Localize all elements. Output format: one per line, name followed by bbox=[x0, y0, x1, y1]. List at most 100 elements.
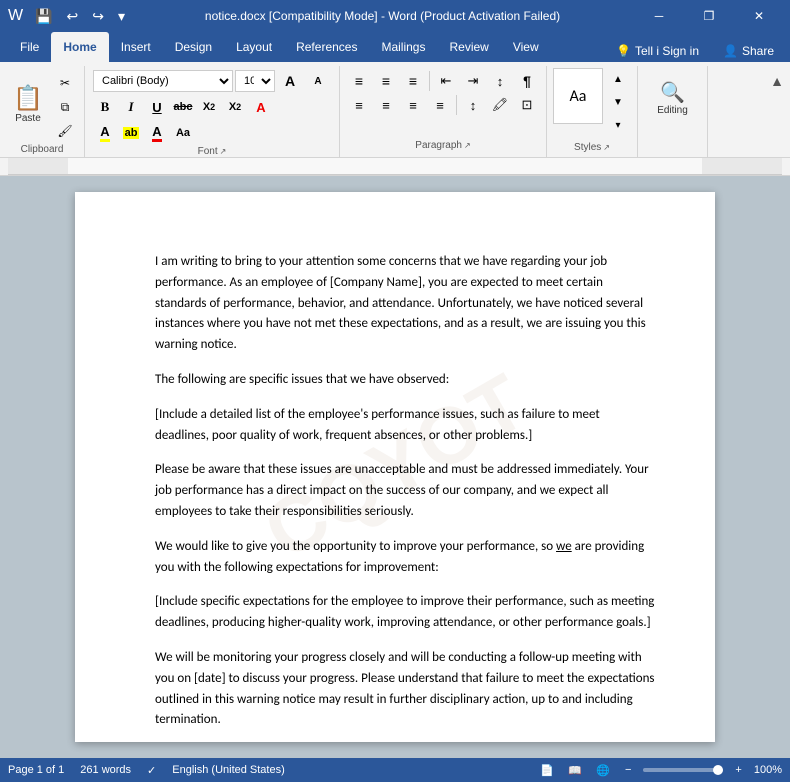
underline-button[interactable]: U bbox=[145, 96, 169, 118]
web-layout-view-button[interactable]: 🌐 bbox=[593, 760, 613, 780]
font-name-select[interactable]: Calibri (Body) bbox=[93, 70, 233, 92]
tell-me-button[interactable]: 💡 Tell i Sign in bbox=[608, 40, 707, 62]
align-right-button[interactable]: ≡ bbox=[400, 94, 426, 116]
paragraph-2: The following are specific issues that w… bbox=[155, 370, 655, 391]
paragraph-1: I am writing to bring to your attention … bbox=[155, 252, 655, 356]
print-layout-view-button[interactable]: 📄 bbox=[537, 760, 557, 780]
styles-scroll-down[interactable]: ▼ bbox=[605, 91, 631, 113]
tab-home[interactable]: Home bbox=[51, 32, 108, 62]
ribbon-collapse-button[interactable]: ▲ bbox=[764, 70, 790, 92]
font-group: Calibri (Body) 10 A A B I U abc X2 X2 A bbox=[85, 66, 340, 157]
page-info: Page 1 of 1 bbox=[8, 764, 64, 776]
language-label: English (United States) bbox=[172, 764, 285, 776]
tab-mailings[interactable]: Mailings bbox=[369, 32, 437, 62]
paragraph-group: ≡ ≡ ≡ ⇤ ⇥ ↕ ¶ ≡ ≡ ≡ ≡ ↕ 🖍 ⊡ Parag bbox=[340, 66, 547, 157]
title-bar: W 💾 ↩ ↪ ▾ notice.docx [Compatibility Mod… bbox=[0, 0, 790, 32]
tell-me-label: Tell i Sign in bbox=[635, 44, 699, 58]
editing-label: Editing bbox=[657, 105, 688, 116]
clipboard-group: 📋 Paste ✂ ⧉ 🖌 Clipboard bbox=[0, 66, 85, 157]
clipboard-label: Clipboard bbox=[21, 142, 64, 157]
title-bar-left: W 💾 ↩ ↪ ▾ bbox=[8, 6, 129, 27]
justify-button[interactable]: ≡ bbox=[427, 94, 453, 116]
styles-group: Aa ▲ ▼ ▾ Styles ↗ bbox=[547, 66, 638, 157]
zoom-plus-button[interactable]: + bbox=[731, 764, 745, 776]
clipboard-buttons: 📋 Paste ✂ ⧉ 🖌 bbox=[6, 68, 78, 142]
increase-indent-button[interactable]: ⇥ bbox=[460, 70, 486, 92]
paragraph-4: Please be aware that these issues are un… bbox=[155, 460, 655, 522]
superscript-button[interactable]: X2 bbox=[223, 96, 247, 118]
clear-format-button[interactable]: A bbox=[249, 96, 273, 118]
proofread-icon: ✓ bbox=[147, 764, 156, 777]
undo-icon[interactable]: ↩ bbox=[63, 6, 83, 27]
ribbon-toolbar: 📋 Paste ✂ ⧉ 🖌 Clipboard Calibri (Body) 1… bbox=[0, 62, 790, 158]
divider bbox=[456, 95, 457, 115]
zoom-minus-button[interactable]: − bbox=[621, 764, 635, 776]
sort-button[interactable]: ↕ bbox=[487, 70, 513, 92]
share-icon: 👤 bbox=[723, 44, 738, 58]
word-logo-icon: W bbox=[8, 7, 23, 25]
align-left-button[interactable]: ≡ bbox=[346, 94, 372, 116]
paragraph-3: [Include a detailed list of the employee… bbox=[155, 405, 655, 447]
strikethrough-button[interactable]: abc bbox=[171, 96, 195, 118]
document-page: CQYOT I am writing to bring to your atte… bbox=[75, 192, 715, 742]
styles-more[interactable]: ▾ bbox=[605, 114, 631, 136]
word-count: 261 words bbox=[80, 764, 131, 776]
font-shrink-button[interactable]: A bbox=[305, 70, 331, 92]
paragraph-7: We will be monitoring your progress clos… bbox=[155, 648, 655, 731]
save-icon[interactable]: 💾 bbox=[31, 6, 56, 27]
font-color-button[interactable]: A bbox=[93, 122, 117, 144]
document-content[interactable]: I am writing to bring to your attention … bbox=[155, 252, 655, 731]
paragraph-6: [Include specific expectations for the e… bbox=[155, 592, 655, 634]
copy-button[interactable]: ⧉ bbox=[52, 96, 78, 118]
tab-insert[interactable]: Insert bbox=[109, 32, 163, 62]
qa-dropdown-icon[interactable]: ▾ bbox=[114, 6, 129, 27]
subscript-button[interactable]: X2 bbox=[197, 96, 221, 118]
editing-button[interactable]: 🔍 Editing bbox=[651, 68, 695, 130]
bold-button[interactable]: B bbox=[93, 96, 117, 118]
redo-icon[interactable]: ↪ bbox=[88, 6, 108, 27]
styles-scroll-up[interactable]: ▲ bbox=[605, 68, 631, 90]
font-size-select[interactable]: 10 bbox=[235, 70, 275, 92]
paste-button[interactable]: 📋 Paste bbox=[6, 74, 50, 136]
multilevel-list-button[interactable]: ≡ bbox=[400, 70, 426, 92]
numbered-list-button[interactable]: ≡ bbox=[373, 70, 399, 92]
border-button[interactable]: ⊡ bbox=[514, 94, 540, 116]
cut-button[interactable]: ✂ bbox=[52, 72, 78, 94]
bullet-list-button[interactable]: ≡ bbox=[346, 70, 372, 92]
tab-view[interactable]: View bbox=[501, 32, 551, 62]
styles-preview-normal[interactable]: Aa bbox=[553, 68, 603, 124]
change-case-button[interactable]: Aa bbox=[171, 122, 195, 144]
italic-button[interactable]: I bbox=[119, 96, 143, 118]
tab-layout[interactable]: Layout bbox=[224, 32, 284, 62]
tab-file[interactable]: File bbox=[8, 32, 51, 62]
tab-design[interactable]: Design bbox=[163, 32, 224, 62]
paste-label: Paste bbox=[15, 113, 41, 124]
minimize-button[interactable]: ─ bbox=[636, 0, 682, 32]
underline-we: we bbox=[556, 539, 572, 554]
decrease-indent-button[interactable]: ⇤ bbox=[433, 70, 459, 92]
zoom-slider[interactable] bbox=[643, 768, 723, 772]
tab-references[interactable]: References bbox=[284, 32, 369, 62]
ruler bbox=[0, 158, 790, 176]
text-color-button[interactable]: A bbox=[145, 122, 169, 144]
find-replace-icon: 🔍 bbox=[660, 83, 685, 103]
close-button[interactable]: ✕ bbox=[736, 0, 782, 32]
tab-review[interactable]: Review bbox=[437, 32, 500, 62]
highlight-button[interactable]: ab bbox=[119, 122, 143, 144]
read-mode-view-button[interactable]: 📖 bbox=[565, 760, 585, 780]
document-area: CQYOT I am writing to bring to your atte… bbox=[0, 176, 790, 758]
zoom-thumb bbox=[713, 765, 723, 775]
font-label: Font ↗ bbox=[93, 144, 331, 159]
font-grow-button[interactable]: A bbox=[277, 70, 303, 92]
shading-button[interactable]: 🖍 bbox=[487, 94, 513, 116]
font-color-row: A ab A Aa bbox=[93, 122, 331, 144]
align-center-button[interactable]: ≡ bbox=[373, 94, 399, 116]
paragraph-label: Paragraph ↗ bbox=[346, 138, 540, 153]
share-button[interactable]: 👤 Share bbox=[715, 40, 782, 62]
ribbon-tabs: File Home Insert Design Layout Reference… bbox=[0, 32, 790, 62]
show-hide-button[interactable]: ¶ bbox=[514, 70, 540, 92]
format-painter-button[interactable]: 🖌 bbox=[52, 120, 78, 142]
line-spacing-button[interactable]: ↕ bbox=[460, 94, 486, 116]
restore-button[interactable]: ❐ bbox=[686, 0, 732, 32]
paste-icon: 📋 bbox=[13, 87, 43, 111]
